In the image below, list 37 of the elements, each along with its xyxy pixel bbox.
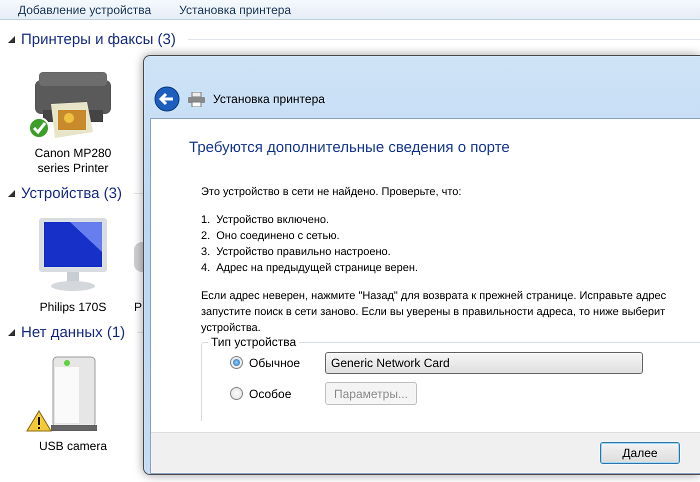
list-item-text: Устройство правильно настроено. [216,245,391,260]
collapse-arrow-icon[interactable] [8,328,15,336]
printer-icon[interactable] [35,72,111,138]
back-button[interactable] [154,86,180,112]
list-item-text: Оно соединено с сетью. [216,229,340,244]
collapse-arrow-icon[interactable] [8,190,15,196]
list-number: 1. [201,213,210,228]
toolbar-button[interactable]: Добавление устройства [18,2,152,16]
list-number: 3. [201,245,210,260]
radio-button[interactable] [230,387,243,400]
tower-device-icon[interactable] [51,356,97,431]
device-label[interactable]: Philips 170S [25,300,121,315]
section-title[interactable]: Устройства (3) [21,184,122,202]
monitor-icon[interactable] [39,218,107,291]
dropdown[interactable]: Generic Network Card [325,352,643,374]
group-legend: Тип устройства [208,335,300,349]
device-label[interactable]: Canon MP280 series Printer [25,146,121,176]
list-item-text: Устройство включено. [216,213,330,228]
paragraph-line: запустите поиск в сети заново. Если вы уверены в правильности адреса, то ниже выберит [201,305,666,320]
collapse-arrow-icon[interactable] [8,36,15,42]
paragraph-line: устройства. [201,321,262,336]
paragraph-line: Если адрес неверен, нажмите "Назад" для возврата к прежней странице. Исправьте адрес [201,289,668,304]
printer-icon [188,92,205,106]
intro-text: Это устройство в сети не найдено. Проверьте, что: [201,186,462,198]
toolbar-button[interactable]: Установка принтера [179,2,292,16]
radio-button[interactable] [230,356,243,369]
list-item-text: Адрес на предыдущей странице верен. [216,261,418,276]
dialog-heading: Требуются дополнительные сведения о порте [189,139,511,156]
radio-label[interactable]: Обычное [249,356,319,370]
device-label[interactable]: USB camera [25,439,121,454]
dialog-title: Установка принтера [213,92,325,106]
list-number: 2. [201,229,210,244]
radio-label[interactable]: Особое [249,386,319,400]
next-button[interactable]: Далее [600,442,680,464]
section-title[interactable]: Принтеры и факсы (3) [21,30,176,48]
list-number: 4. [201,261,210,276]
section-title[interactable]: Нет данных (1) [21,324,126,340]
